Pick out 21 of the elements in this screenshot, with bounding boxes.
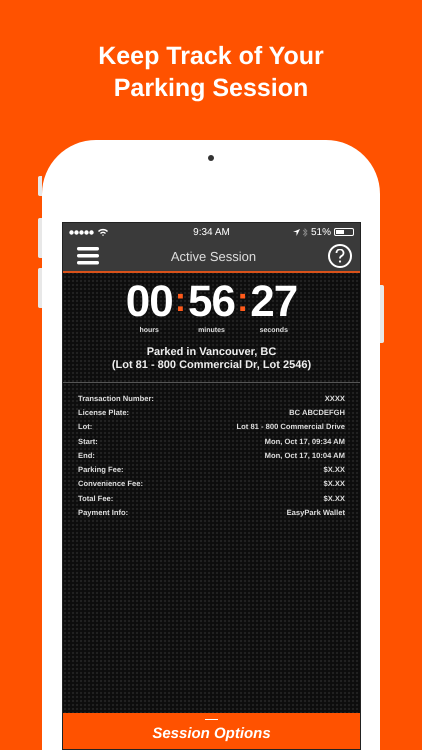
location-arrow-icon <box>292 228 300 236</box>
lot-text: (Lot 81 - 800 Commercial Dr, Lot 2546) <box>112 359 312 372</box>
timer-digits: 00 <box>126 279 173 325</box>
timer-digits: 27 <box>250 279 298 325</box>
question-mark-icon <box>334 249 345 263</box>
menu-icon[interactable] <box>77 247 99 265</box>
signal-icon <box>69 230 95 234</box>
headline: Keep Track of Your Parking Session <box>97 41 325 104</box>
battery-percent: 51% <box>310 226 331 238</box>
camera-icon <box>208 155 214 161</box>
bluetooth-icon <box>302 228 308 236</box>
help-button[interactable] <box>328 244 352 268</box>
wifi-icon <box>98 228 108 236</box>
timer-separator: : <box>236 280 248 321</box>
battery-icon <box>334 228 354 236</box>
timer-digits: 56 <box>188 279 235 325</box>
screen-title: Active Session <box>170 248 256 264</box>
location-text: Parked in Vancouver, BC <box>146 346 276 359</box>
status-time: 9:34 AM <box>193 226 230 238</box>
timer-separator: : <box>174 280 186 321</box>
session-options-button[interactable]: Session Options <box>63 713 360 749</box>
